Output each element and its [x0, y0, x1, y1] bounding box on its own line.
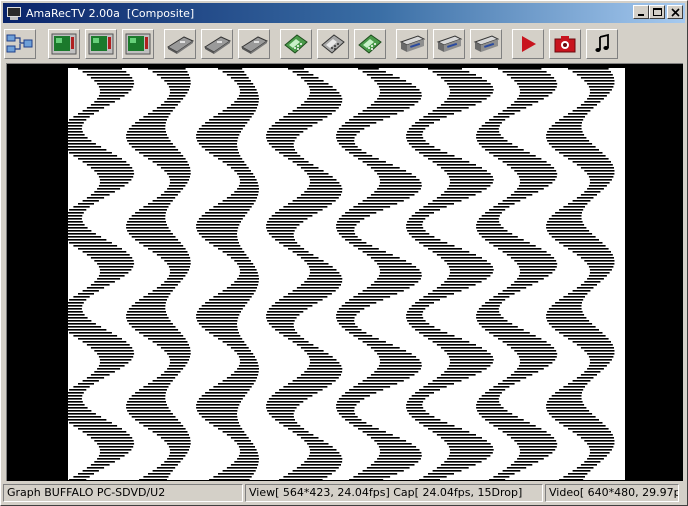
- tv-button-1[interactable]: [48, 29, 80, 59]
- capture-device-icon: [204, 36, 231, 54]
- play-button[interactable]: [512, 29, 544, 59]
- calculator-icon: [321, 34, 345, 54]
- capture-device-button-2[interactable]: [201, 29, 233, 59]
- app-window: AmaRecTV 2.00a [Composite] Graph BUFFALO…: [0, 0, 688, 506]
- tv-button-3[interactable]: [122, 29, 154, 59]
- capture-device-button-1[interactable]: [164, 29, 196, 59]
- maximize-button[interactable]: [649, 5, 665, 19]
- calculator-icon: [358, 34, 382, 54]
- capture-device-button-3[interactable]: [238, 29, 270, 59]
- drive-icon: [436, 35, 463, 52]
- video-preview: [68, 68, 625, 480]
- calculator-button-3[interactable]: [354, 29, 386, 59]
- graph-icon: [6, 34, 33, 53]
- close-button[interactable]: [667, 5, 683, 19]
- tv-icon: [125, 33, 151, 55]
- calculator-button-1[interactable]: [280, 29, 312, 59]
- status-video: Video[ 640*480, 29.97p,: [545, 484, 679, 502]
- camera-icon: [554, 36, 576, 53]
- video-frame-image: [68, 68, 615, 480]
- title-bar[interactable]: AmaRecTV 2.00a [Composite]: [3, 3, 685, 23]
- status-cap: Cap[ 24.04fps, 15Drop]: [393, 486, 523, 499]
- snapshot-button[interactable]: [549, 29, 581, 59]
- status-view-cap: View[ 564*423, 24.04fps] Cap[ 24.04fps, …: [245, 484, 543, 502]
- close-icon: [671, 8, 680, 17]
- capture-device-icon: [167, 36, 194, 54]
- calculator-button-2[interactable]: [317, 29, 349, 59]
- minimize-button[interactable]: [633, 5, 649, 19]
- window-controls: [633, 5, 683, 19]
- toolbar: [4, 27, 684, 61]
- drive-button-1[interactable]: [396, 29, 428, 59]
- capture-device-icon: [241, 36, 268, 54]
- graph-button[interactable]: [4, 29, 36, 59]
- app-tv-icon[interactable]: [6, 5, 22, 21]
- music-note-icon: [595, 33, 609, 52]
- status-bar: Graph BUFFALO PC-SDVD/U2 View[ 564*423, …: [3, 484, 685, 504]
- drive-icon: [473, 35, 500, 52]
- minimize-icon: [638, 14, 644, 16]
- drive-button-3[interactable]: [470, 29, 502, 59]
- window-title: AmaRecTV 2.00a [Composite]: [26, 6, 195, 20]
- calculator-icon: [284, 34, 308, 54]
- status-graph: Graph BUFFALO PC-SDVD/U2: [3, 484, 243, 502]
- play-icon: [522, 36, 536, 52]
- tv-icon: [88, 33, 114, 55]
- drive-icon: [399, 35, 426, 52]
- audio-button[interactable]: [586, 29, 618, 59]
- status-view: View[ 564*423, 24.04fps]: [249, 486, 390, 499]
- video-preview-area[interactable]: [6, 63, 683, 481]
- maximize-icon: [653, 8, 662, 16]
- drive-button-2[interactable]: [433, 29, 465, 59]
- tv-button-2[interactable]: [85, 29, 117, 59]
- tv-icon: [51, 33, 77, 55]
